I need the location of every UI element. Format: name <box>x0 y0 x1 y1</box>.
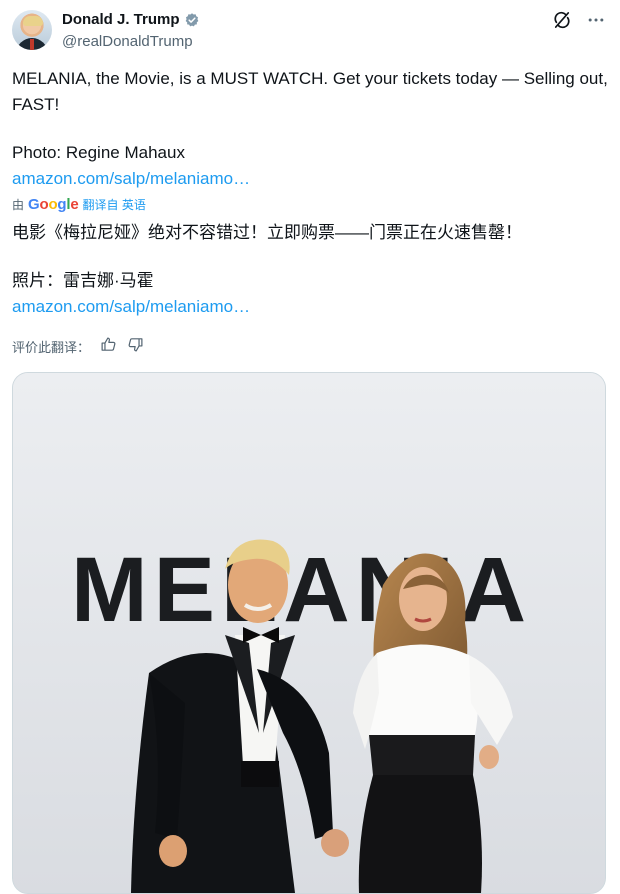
grok-icon[interactable] <box>552 10 572 35</box>
avatar-tie <box>30 39 34 50</box>
tweet-text: MELANIA, the Movie, is a MUST WATCH. Get… <box>12 66 610 192</box>
translated-by-label: 由 <box>12 198 25 212</box>
tweet-text-line: MELANIA, the Movie, is a MUST WATCH. Get… <box>12 69 608 114</box>
more-icon[interactable] <box>586 10 606 35</box>
post: Donald J. Trump @realDonaldTrump MELANIA… <box>0 0 620 894</box>
google-logo: Google <box>28 196 79 213</box>
rate-translation: 评价此翻译： <box>12 336 144 356</box>
translated-text: 电影《梅拉尼娅》绝对不容错过！立即购票——门票正在火速售罄！ 照片：雷吉娜·马霍… <box>12 220 610 320</box>
photo-credit: Photo: Regine Mahaux <box>12 143 185 162</box>
photo-illustration: MELANIA <box>13 373 605 893</box>
handle[interactable]: @realDonaldTrump <box>62 33 193 50</box>
top-actions <box>552 10 606 35</box>
display-name[interactable]: Donald J. Trump <box>62 11 180 28</box>
google-letter: G <box>28 196 40 213</box>
clasped-hands <box>321 829 349 857</box>
post-photo[interactable]: MELANIA <box>12 372 606 894</box>
thumbs-down-icon[interactable] <box>127 336 144 356</box>
translated-text-line: 电影《梅拉尼娅》绝对不容错过！立即购票——门票正在火速售罄！ <box>12 223 522 242</box>
tweet-link[interactable]: amazon.com/salp/melaniamo… <box>12 169 250 188</box>
avatar-hair <box>23 16 43 26</box>
translation-attribution: 由 Google 翻译自 英语 <box>12 196 146 213</box>
translated-from-link[interactable]: 翻译自 英语 <box>83 196 146 213</box>
rate-translation-label: 评价此翻译： <box>12 339 91 355</box>
translated-photo-credit: 照片：雷吉娜·马霍 <box>12 271 154 290</box>
avatar[interactable] <box>12 10 52 50</box>
verified-badge-icon <box>184 12 200 28</box>
translated-link[interactable]: amazon.com/salp/melaniamo… <box>12 297 250 316</box>
thumbs-up-icon[interactable] <box>100 336 117 356</box>
google-letter: e <box>70 196 79 213</box>
name-row: Donald J. Trump <box>62 11 200 28</box>
